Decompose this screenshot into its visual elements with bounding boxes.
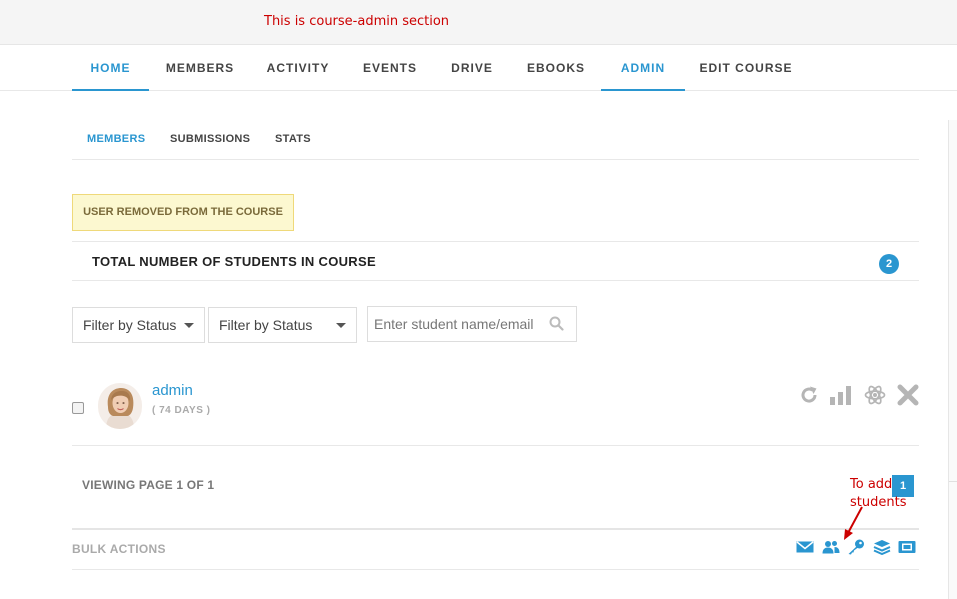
layers-icon[interactable] [873, 539, 891, 560]
tab-admin[interactable]: ADMIN [601, 45, 685, 91]
tab-edit-course[interactable]: EDIT COURSE [697, 45, 795, 91]
subtab-members[interactable]: MEMBERS [87, 133, 145, 145]
tab-activity[interactable]: ACTIVITY [258, 45, 338, 91]
status-filter-1[interactable]: Filter by Status [72, 307, 205, 343]
total-students-row: TOTAL NUMBER OF STUDENTS IN COURSE 2 [72, 241, 919, 281]
stats-bars-icon[interactable] [830, 385, 852, 410]
envelope-icon[interactable] [796, 540, 814, 559]
bulk-actions-label: BULK ACTIONS [72, 542, 166, 556]
pagination-row: VIEWING PAGE 1 OF 1 1 [72, 446, 919, 530]
tab-events[interactable]: EVENTS [355, 45, 425, 91]
main-nav: HOME MEMBERS ACTIVITY EVENTS DRIVE EBOOK… [0, 45, 957, 91]
status-filter-2[interactable]: Filter by Status [208, 307, 357, 343]
tab-home[interactable]: HOME [72, 45, 149, 91]
member-row: admin ( 74 DAYS ) [72, 370, 919, 446]
member-actions [792, 384, 919, 406]
member-name-link[interactable]: admin [152, 382, 193, 399]
tab-members[interactable]: MEMBERS [154, 45, 246, 91]
status-filter-2-value: Filter by Status [219, 317, 313, 333]
search-input[interactable] [368, 307, 538, 341]
chevron-down-icon [336, 323, 346, 328]
chevron-down-icon [184, 323, 194, 328]
status-notice: USER REMOVED FROM THE COURSE [72, 194, 294, 231]
total-students-label: TOTAL NUMBER OF STUDENTS IN COURSE [92, 254, 376, 269]
member-checkbox[interactable] [72, 402, 84, 414]
key-icon[interactable] [847, 539, 865, 560]
member-days: ( 74 DAYS ) [152, 405, 211, 416]
top-bar [0, 0, 957, 45]
search-icon[interactable] [549, 316, 564, 336]
remove-icon[interactable] [897, 384, 919, 411]
bulk-action-icons [793, 539, 916, 560]
student-count-badge: 2 [879, 254, 899, 274]
status-filter-1-value: Filter by Status [83, 317, 177, 333]
avatar[interactable] [98, 383, 142, 429]
tab-drive[interactable]: DRIVE [443, 45, 501, 91]
sub-nav: MEMBERS SUBMISSIONS STATS [72, 120, 919, 160]
scrollbar[interactable] [948, 120, 957, 599]
subtab-submissions[interactable]: SUBMISSIONS [170, 133, 250, 145]
annotation-course-admin: This is course-admin section [264, 14, 450, 29]
atom-icon[interactable] [864, 384, 886, 411]
add-users-icon[interactable] [822, 540, 840, 559]
viewing-page-text: VIEWING PAGE 1 OF 1 [82, 478, 215, 492]
student-search [367, 306, 577, 342]
subtab-stats[interactable]: STATS [275, 133, 311, 145]
refresh-icon[interactable] [799, 385, 819, 410]
bulk-actions-row: BULK ACTIONS [72, 531, 919, 570]
certificate-icon[interactable] [898, 540, 916, 559]
tab-ebooks[interactable]: EBOOKS [520, 45, 592, 91]
